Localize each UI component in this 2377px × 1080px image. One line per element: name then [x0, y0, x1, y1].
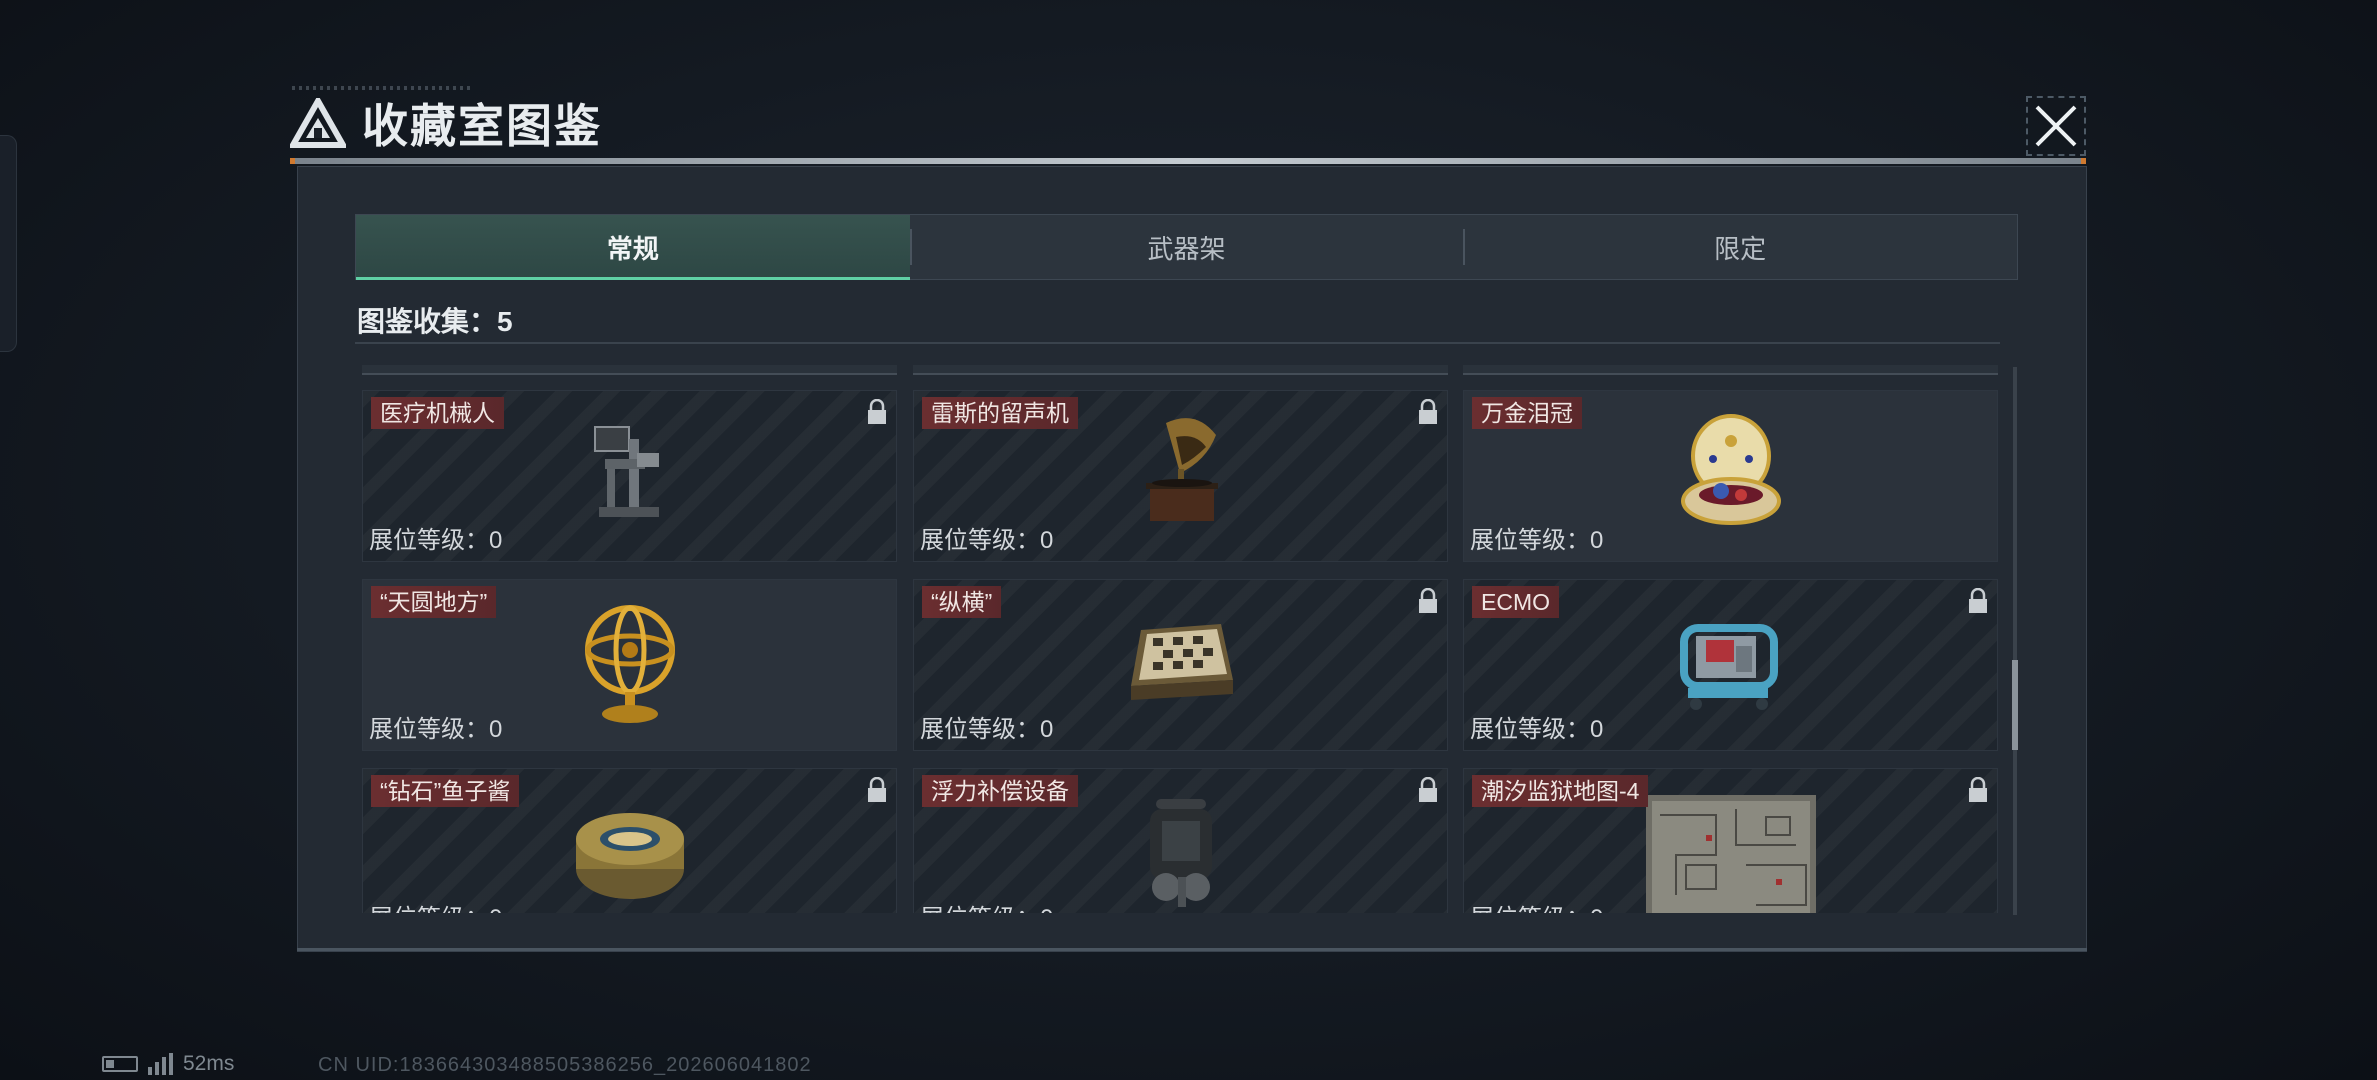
tab-label: 武器架 — [1147, 233, 1226, 264]
item-card-chessboard[interactable]: “纵横” 展位等级：0 — [913, 579, 1448, 751]
buoyancy-device-icon — [1149, 799, 1212, 907]
item-name: 医疗机械人 — [371, 397, 504, 429]
section-divider — [355, 342, 2000, 344]
triangle-logo-icon — [290, 98, 346, 148]
item-card-armillary[interactable]: “天圆地方” 展位等级：0 — [362, 579, 897, 751]
tab-label: 限定 — [1714, 233, 1767, 264]
scrollbar-thumb[interactable] — [2012, 660, 2018, 750]
exhibit-level: 展位等级：0 — [369, 898, 502, 913]
exhibit-level: 展位等级：0 — [369, 716, 503, 743]
tab-label: 常规 — [606, 233, 659, 264]
item-card-jeweled-egg[interactable]: 万金泪冠 展位等级：0 — [1463, 390, 1998, 562]
status-bar: 52ms — [102, 1052, 234, 1076]
item-name: 潮汐监狱地图-4 — [1472, 775, 1649, 807]
item-card-gramophone[interactable]: 雷斯的留声机 展位等级：0 — [913, 390, 1448, 562]
ping-value: 52ms — [183, 1052, 235, 1075]
caviar-tin-icon — [575, 813, 684, 899]
lock-icon — [868, 399, 886, 424]
page-title: 收藏室图鉴 — [362, 100, 602, 152]
tab-limited[interactable]: 限定 — [1463, 215, 2017, 279]
item-name: “纵横” — [922, 586, 1002, 618]
item-name: “天圆地方” — [371, 586, 497, 618]
previous-row-edge — [1463, 365, 1998, 375]
lock-icon — [1419, 399, 1437, 424]
item-card-medical-robot[interactable]: 医疗机械人 展位等级：0 — [362, 390, 897, 562]
signal-icon — [148, 1053, 173, 1075]
previous-row-edge — [362, 365, 897, 375]
chessboard-icon — [1130, 624, 1233, 700]
exhibit-level: 展位等级：0 — [1470, 716, 1604, 743]
exhibit-level: 展位等级：0 — [920, 898, 1053, 913]
item-card-ecmo[interactable]: ECMO 展位等级：0 — [1463, 579, 1998, 751]
user-uid: CN UID:1836643034885053862​56_2026060418… — [318, 1054, 812, 1076]
category-tabs: 常规 武器架 限定 — [355, 214, 2018, 280]
ecmo-machine-icon — [1679, 624, 1778, 710]
scrollbar-track[interactable] — [2013, 367, 2017, 915]
item-name: 雷斯的留声机 — [922, 397, 1078, 429]
item-card-buoyancy-device[interactable]: 浮力补偿设备 展位等级：0 — [913, 768, 1448, 913]
collection-count: 图鉴收集：5 — [357, 306, 513, 337]
exhibit-level: 展位等级：0 — [920, 527, 1054, 554]
title-bar: 收藏室图鉴 — [290, 92, 602, 154]
item-name: 万金泪冠 — [1472, 397, 1582, 429]
previous-row-edge — [913, 365, 1448, 375]
header-divider-accent — [290, 158, 2086, 164]
jeweled-egg-icon — [1680, 414, 1781, 525]
item-grid[interactable]: 医疗机械人 展位等级：0 雷斯的留声机 展位等级：0 万金泪冠 展位等级：0 “… — [355, 365, 2005, 913]
close-icon — [2035, 105, 2077, 147]
prison-map-icon — [1645, 795, 1816, 913]
lock-icon — [868, 777, 886, 802]
lock-icon — [1419, 588, 1437, 613]
close-button[interactable] — [2026, 96, 2086, 156]
lock-icon — [1969, 777, 1987, 802]
exhibit-level: 展位等级：0 — [1470, 527, 1604, 554]
medical-robot-icon — [593, 426, 659, 517]
tab-regular[interactable]: 常规 — [356, 215, 910, 280]
item-name: “钻石”鱼子酱 — [371, 775, 520, 807]
exhibit-level: 展位等级：0 — [369, 527, 503, 554]
lock-icon — [1419, 777, 1437, 802]
gramophone-icon — [1145, 418, 1218, 521]
armillary-sphere-icon — [584, 605, 675, 723]
exhibit-level: 展位等级：0 — [920, 716, 1054, 743]
item-card-prison-map[interactable]: 潮汐监狱地图-4 展位等级：0 — [1463, 768, 1998, 913]
item-name: 浮力补偿设备 — [922, 775, 1078, 807]
lock-icon — [1969, 588, 1987, 613]
battery-icon — [102, 1056, 138, 1072]
panel-bottom-edge — [297, 948, 2087, 951]
exhibit-level: 展位等级：0 — [1470, 898, 1603, 913]
item-card-caviar[interactable]: “钻石”鱼子酱 展位等级：0 — [362, 768, 897, 913]
side-drawer-handle[interactable] — [0, 135, 17, 352]
tab-weapon-rack[interactable]: 武器架 — [909, 215, 1464, 279]
item-name: ECMO — [1472, 586, 1559, 618]
